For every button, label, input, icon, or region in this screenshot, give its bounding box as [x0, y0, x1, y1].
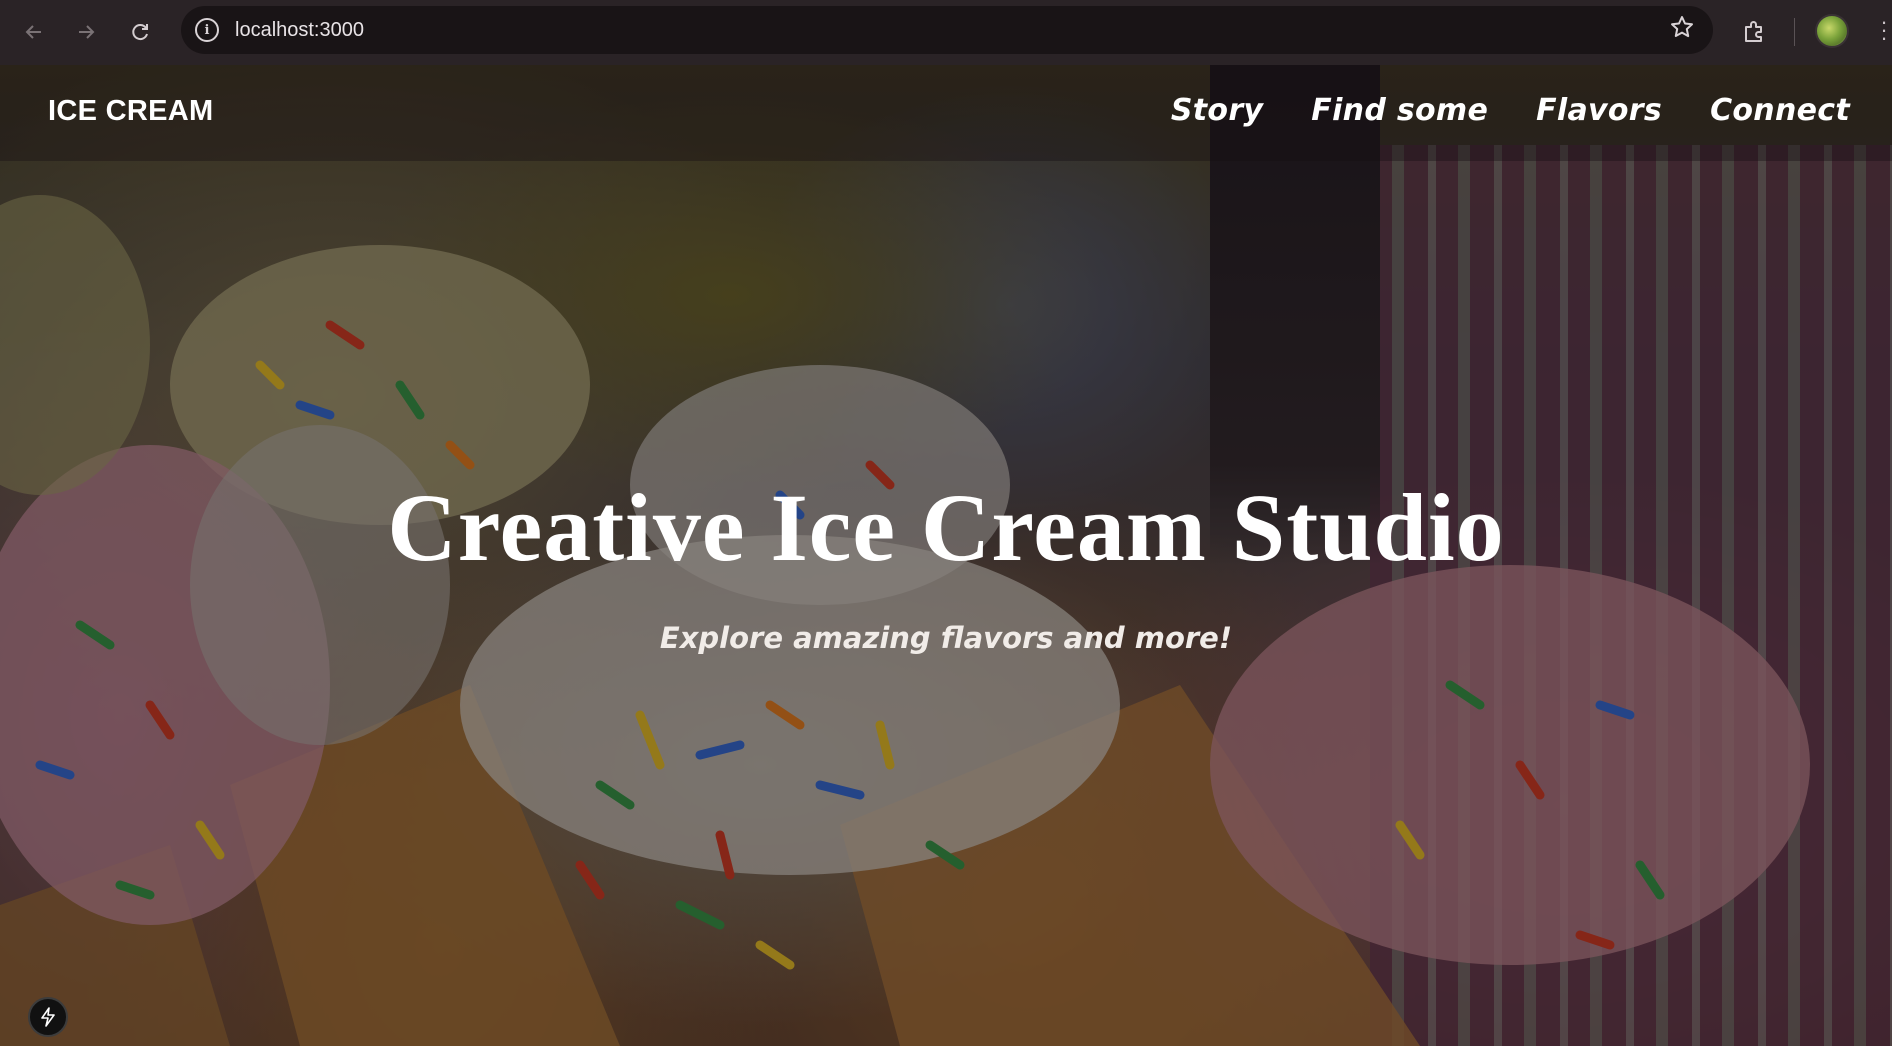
back-arrow-icon[interactable]: [16, 14, 52, 50]
info-icon[interactable]: i: [195, 18, 219, 42]
page-viewport: ICE CREAM Story Find some Flavors Connec…: [0, 65, 1892, 1046]
nav-link-connect[interactable]: Connect: [1710, 93, 1850, 128]
hero-title: Creative Ice Cream Studio: [387, 474, 1505, 581]
dev-tools-lightning-icon[interactable]: [28, 997, 68, 1037]
toolbar-separator: [1794, 18, 1795, 46]
kebab-menu-icon[interactable]: · · ·: [1876, 11, 1892, 49]
nav-link-find-some[interactable]: Find some: [1311, 93, 1488, 128]
reload-icon[interactable]: [122, 14, 158, 50]
address-bar[interactable]: i localhost:3000: [181, 6, 1713, 54]
browser-toolbar: i localhost:3000 · · ·: [0, 0, 1892, 65]
star-icon[interactable]: [1669, 14, 1695, 47]
nav-link-story[interactable]: Story: [1171, 93, 1263, 128]
puzzle-icon[interactable]: [1736, 14, 1772, 50]
forward-arrow-icon[interactable]: [68, 14, 104, 50]
hero-subtitle: Explore amazing flavors and more!: [659, 621, 1233, 655]
avatar[interactable]: [1815, 14, 1849, 48]
url-text[interactable]: localhost:3000: [235, 6, 364, 54]
site-logo[interactable]: ICE CREAM: [48, 95, 213, 128]
nav-link-flavors[interactable]: Flavors: [1536, 93, 1662, 128]
site-header: ICE CREAM Story Find some Flavors Connec…: [0, 65, 1892, 161]
main-nav: Story Find some Flavors Connect: [1171, 93, 1850, 128]
